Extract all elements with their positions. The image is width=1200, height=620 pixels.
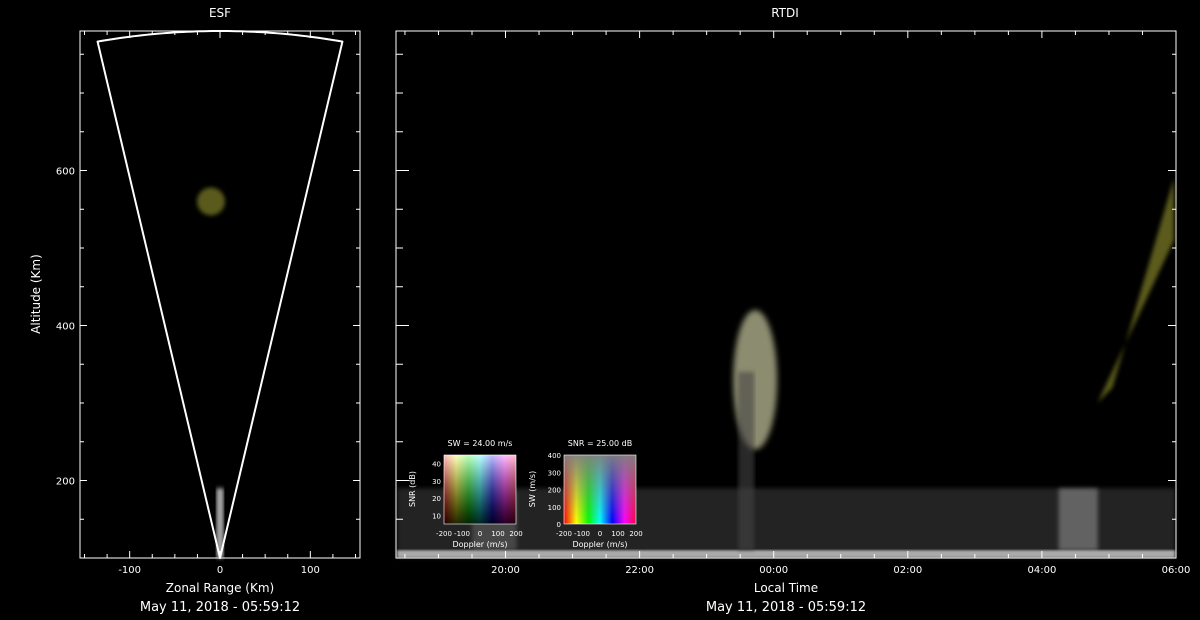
rtdi-plume-base (738, 372, 755, 551)
esf-plot-frame (79, 30, 361, 559)
rtdi-xtick-label: 22:00 (625, 565, 654, 576)
legend-ytick-label: 100 (548, 504, 561, 512)
legend-xtick-label: -200 (436, 530, 452, 538)
legend-doppler-snr-title: SW = 24.00 m/s (448, 439, 513, 448)
esf-xtick-label: 0 (217, 565, 223, 576)
legend-xtick-label: 0 (478, 530, 482, 538)
legend-doppler-sw-title: SNR = 25.00 dB (568, 439, 632, 448)
legend-xtick-label: -100 (454, 530, 470, 538)
rtdi-xtick-label: 02:00 (893, 565, 922, 576)
esf-xtick-label: 100 (301, 565, 320, 576)
legend-doppler-snr-dark-fade (444, 455, 516, 524)
esf-panel: ESF -100 0 100 200 400 600 Altitude (Km) Zona… (29, 6, 361, 615)
legend-doppler-snr-ylabel: SNR (dB) (408, 471, 417, 507)
legend-ytick-label: 20 (432, 495, 441, 503)
legend-ytick-label: 400 (548, 452, 561, 460)
rtdi-bottom-trace (397, 550, 1175, 558)
legend-doppler-sw-xlabel: Doppler (m/s) (572, 540, 627, 549)
rtdi-title: RTDI (771, 6, 799, 20)
esf-ylabel: Altitude (Km) (29, 254, 43, 334)
legend-xtick-label: 0 (598, 530, 602, 538)
legend-ytick-label: 300 (548, 469, 561, 477)
rtdi-xlabel: Local Time (754, 581, 818, 595)
rtdi-panel: RTDI 20:00 22:00 00:00 02:00 04:00 06:00 Loca… (395, 6, 1191, 615)
rtdi-xtick-label: 20:00 (491, 565, 520, 576)
legend-xtick-label: -200 (556, 530, 572, 538)
esf-echo-patch (196, 187, 225, 216)
esf-ytick-label: 600 (56, 167, 75, 178)
esf-ytick-label: 400 (56, 322, 75, 333)
legend-xtick-label: 200 (629, 530, 642, 538)
esf-caption: May 11, 2018 - 05:59:12 (140, 600, 300, 615)
esf-xtick-label: -100 (118, 565, 141, 576)
esf-ytick-label: 200 (56, 477, 75, 488)
figure-canvas: ESF -100 0 100200400600 Altitude (Km) Zona… (29, 6, 1191, 615)
legend-doppler-sw-gray-fade (564, 455, 636, 524)
rtdi-xtick-label: 04:00 (1027, 565, 1056, 576)
legend-xtick-label: -100 (574, 530, 590, 538)
legend-ytick-label: 30 (432, 478, 441, 486)
legend-doppler-snr-xlabel: Doppler (m/s) (452, 540, 507, 549)
rtdi-caption: May 11, 2018 - 05:59:12 (706, 600, 866, 615)
legend-xtick-label: 100 (491, 530, 504, 538)
esf-xlabel: Zonal Range (Km) (166, 581, 274, 595)
legend-ytick-label: 40 (432, 461, 441, 469)
legend-ytick-label: 0 (557, 521, 561, 529)
legend-xtick-label: 100 (611, 530, 624, 538)
legend-ytick-label: 200 (548, 487, 561, 495)
legend-xtick-label: 200 (509, 530, 522, 538)
rtdi-xtick-label: 06:00 (1162, 565, 1191, 576)
legend-ytick-label: 10 (432, 512, 441, 520)
legend-doppler-sw-ylabel: SW (m/s) (528, 471, 537, 507)
rtdi-xtick-label: 00:00 (759, 565, 788, 576)
rtdi-echo-block (1058, 488, 1098, 551)
esf-title: ESF (209, 6, 231, 20)
